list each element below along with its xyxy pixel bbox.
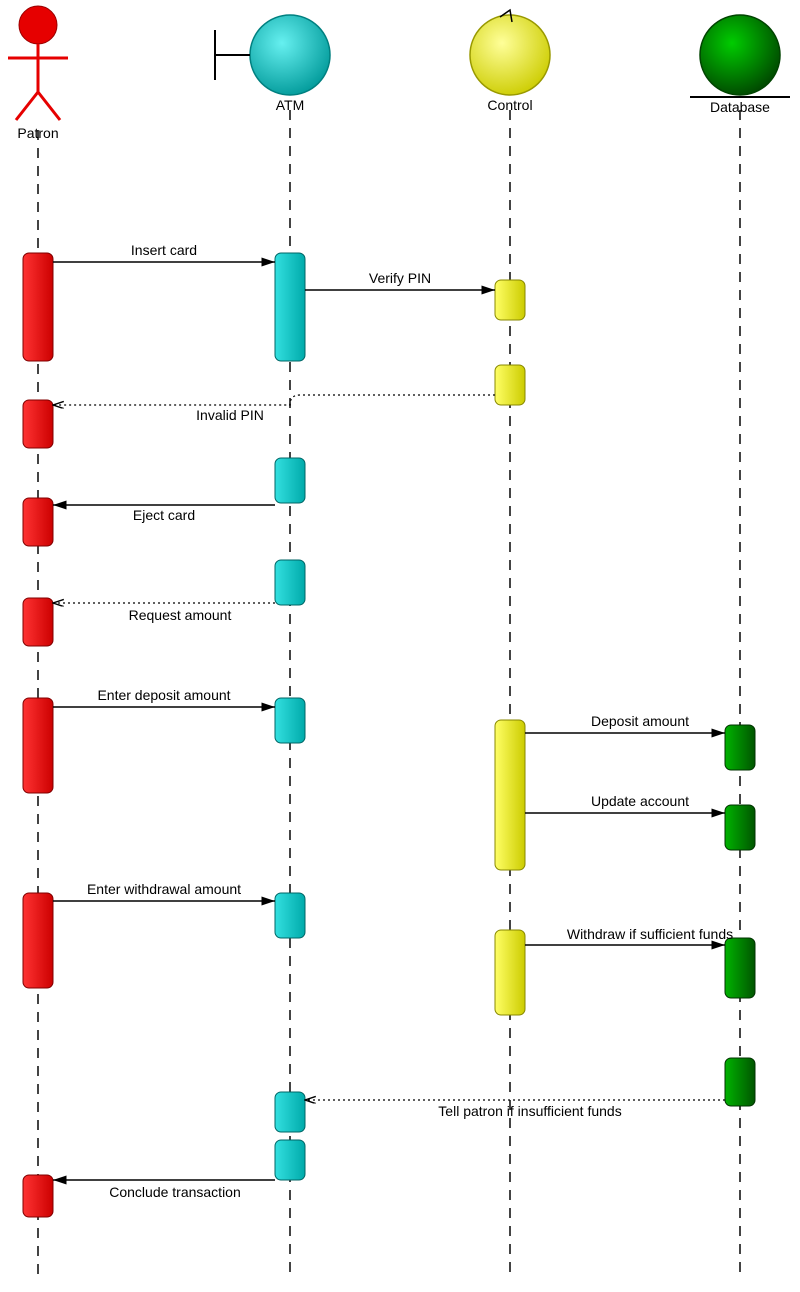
activation-patron-5: [23, 698, 53, 793]
activation-db-3: [725, 938, 755, 998]
activation-patron-2: [23, 400, 53, 448]
activation-patron-4: [23, 598, 53, 646]
activation-atm-2: [275, 458, 305, 503]
actor-control-icon: [470, 10, 550, 95]
msg-deposit-amount-label: Deposit amount: [591, 713, 689, 729]
activation-control-1: [495, 280, 525, 320]
msg-enter-deposit-label: Enter deposit amount: [97, 687, 230, 703]
activation-db-1: [725, 725, 755, 770]
msg-request-amount-label: Request amount: [129, 607, 232, 623]
actor-patron-label: Patron: [17, 125, 58, 141]
actor-control-label: Control: [487, 97, 532, 113]
msg-withdraw-label: Withdraw if sufficient funds: [567, 926, 733, 942]
actor-atm-icon: [215, 15, 330, 95]
activation-db-2: [725, 805, 755, 850]
msg-conclude-label: Conclude transaction: [109, 1184, 241, 1200]
msg-insufficient-label: Tell patron if insufficient funds: [438, 1103, 621, 1119]
activation-patron-3: [23, 498, 53, 546]
msg-invalid-pin-label: Invalid PIN: [196, 407, 264, 423]
activation-patron-7: [23, 1175, 53, 1217]
actor-database-label: Database: [710, 99, 770, 115]
activation-control-4: [495, 930, 525, 1015]
actor-atm-label: ATM: [276, 97, 305, 113]
activation-db-4: [725, 1058, 755, 1106]
actor-patron-icon: [8, 6, 68, 120]
msg-update-account-label: Update account: [591, 793, 689, 809]
activation-patron-1: [23, 253, 53, 361]
msg-enter-withdrawal-label: Enter withdrawal amount: [87, 881, 241, 897]
activation-patron-6: [23, 893, 53, 988]
activation-atm-5: [275, 893, 305, 938]
actor-database-icon: [690, 15, 790, 97]
activation-atm-3: [275, 560, 305, 605]
activation-atm-7: [275, 1140, 305, 1180]
activation-control-2: [495, 365, 525, 405]
msg-insert-card-label: Insert card: [131, 242, 197, 258]
activation-atm-6: [275, 1092, 305, 1132]
msg-invalid-pin: [53, 395, 495, 405]
activation-control-3: [495, 720, 525, 870]
activation-atm-4: [275, 698, 305, 743]
msg-eject-card-label: Eject card: [133, 507, 195, 523]
msg-verify-pin-label: Verify PIN: [369, 270, 431, 286]
activation-atm-1: [275, 253, 305, 361]
